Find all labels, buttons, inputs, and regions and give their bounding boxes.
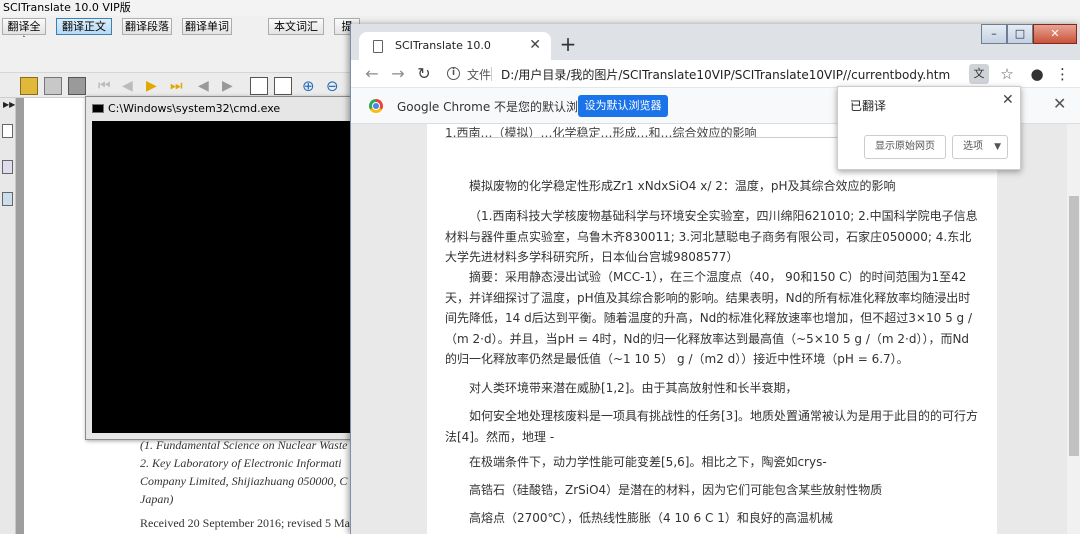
- body-paragraph: 在极端条件下，动力学性能可能变差[5,6]。相比之下，陶瓷如crys-: [469, 455, 827, 469]
- forward-icon[interactable]: ▶: [222, 77, 240, 95]
- fit-width-icon[interactable]: [274, 77, 292, 95]
- translate-full-button[interactable]: 翻译全文: [2, 18, 46, 48]
- new-tab-button[interactable]: +: [557, 34, 579, 56]
- info-icon[interactable]: i: [447, 67, 460, 80]
- translate-paragraph-button[interactable]: 翻译段落: [122, 18, 172, 35]
- app-title: SCITranslate 10.0 VIP版: [0, 0, 1080, 16]
- translate-icon[interactable]: 文: [969, 64, 989, 84]
- next-page-icon[interactable]: ▶: [146, 77, 164, 95]
- body-paragraph: 如何安全地处理核废料是一项具有挑战性的任务[3]。地质处置通常被认为是用于此目的…: [445, 409, 979, 444]
- pdf-line: Company Limited, Shijiazhuang 050000, C: [140, 474, 348, 488]
- maximize-button[interactable]: □: [1007, 24, 1033, 44]
- last-page-icon[interactable]: ⏭: [170, 77, 188, 95]
- cmd-console[interactable]: [92, 121, 359, 433]
- app-toolbar: 翻译全文 翻译正文 翻译段落 翻译单词 本文词汇 提取…: [0, 16, 360, 48]
- profile-icon[interactable]: ●: [1027, 64, 1047, 84]
- pdf-line: Received 20 September 2016; revised 5 Ma: [140, 516, 350, 530]
- infobar-close-icon[interactable]: ✕: [1053, 94, 1066, 113]
- options-label: 选项: [963, 141, 983, 152]
- document-icon: [373, 40, 383, 53]
- attachments-icon[interactable]: [2, 192, 13, 206]
- show-original-button[interactable]: 显示原始网页: [864, 135, 946, 159]
- infobar-text: Google Chrome 不是您的默认浏览器: [397, 100, 603, 114]
- bookmarks-icon[interactable]: [2, 160, 13, 174]
- document-title: 模拟废物的化学稳定性形成Zr1 xNdxSiO4 x/ 2：温度，pH及其综合效…: [469, 179, 896, 193]
- chrome-logo-icon: [369, 99, 383, 113]
- app-ribbon: [0, 37, 360, 72]
- address-separator: [491, 67, 492, 81]
- pdf-line: 2. Key Laboratory of Electronic Informat…: [140, 456, 342, 470]
- pdf-line: (1. Fundamental Science on Nuclear Waste: [140, 438, 348, 452]
- viewer-gutter: [16, 98, 24, 534]
- forward-arrow-icon[interactable]: →: [387, 63, 409, 85]
- chrome-window: SCITranslate 10.0 ✕ + – □ ✕ ← → ↻ i 文件 D…: [350, 24, 1080, 534]
- affiliations-paragraph: （1.西南科技大学核废物基础科学与环境安全实验室，四川绵阳621010; 2.中…: [445, 209, 978, 264]
- chevron-down-icon: ▼: [994, 142, 1001, 152]
- back-arrow-icon[interactable]: ←: [361, 63, 383, 85]
- bookmark-star-icon[interactable]: ☆: [997, 64, 1017, 84]
- translate-word-button[interactable]: 翻译单词: [182, 18, 232, 35]
- menu-icon[interactable]: ⋮: [1055, 64, 1070, 84]
- back-icon[interactable]: ◀: [198, 77, 216, 95]
- vertical-scrollbar[interactable]: [1067, 124, 1080, 534]
- translate-popup: 已翻译 ✕ 显示原始网页 选项 ▼: [837, 86, 1021, 170]
- body-paragraph: 高熔点（2700℃），低热线性膨胀（4 10 6 C 1）和良好的高温机械: [469, 511, 833, 525]
- translate-popup-title: 已翻译: [850, 99, 887, 113]
- expand-icon[interactable]: ▶▶: [3, 100, 15, 109]
- address-bar[interactable]: i 文件 D:/用户目录/我的图片/SCITranslate10VIP/SCIT…: [443, 62, 1003, 86]
- app-sidebar: ▶▶: [0, 98, 16, 534]
- pages-icon[interactable]: [2, 124, 13, 138]
- pdf-line: Japan): [140, 492, 174, 506]
- url-text[interactable]: D:/用户目录/我的图片/SCITranslate10VIP/SCITransl…: [501, 66, 950, 83]
- cmd-title: C:\Windows\system32\cmd.exe: [108, 102, 281, 115]
- terminal-icon: [92, 104, 104, 113]
- body-paragraph: 对人类环境带来潜在威胁[1,2]。由于其高放射性和长半衰期，: [469, 381, 798, 395]
- previous-page-icon[interactable]: ◀: [122, 77, 140, 95]
- cmd-titlebar[interactable]: C:\Windows\system32\cmd.exe: [86, 97, 359, 121]
- translate-body-button[interactable]: 翻译正文: [56, 18, 112, 35]
- tab-title: SCITranslate 10.0: [395, 39, 491, 52]
- zoom-in-icon[interactable]: ⊕: [302, 77, 320, 95]
- fit-page-icon[interactable]: [250, 77, 268, 95]
- translate-options-button[interactable]: 选项 ▼: [952, 135, 1008, 159]
- scheme-label: 文件: [467, 68, 492, 82]
- tab-close-icon[interactable]: ✕: [529, 37, 541, 53]
- minimize-button[interactable]: –: [981, 24, 1007, 44]
- zoom-out-icon[interactable]: ⊖: [326, 77, 344, 95]
- close-window-button[interactable]: ✕: [1033, 24, 1077, 44]
- vocabulary-button[interactable]: 本文词汇: [268, 18, 324, 35]
- scrollbar-thumb[interactable]: [1069, 196, 1079, 456]
- tab-strip: SCITranslate 10.0 ✕ + – □ ✕: [351, 24, 1080, 60]
- cmd-window[interactable]: C:\Windows\system32\cmd.exe: [85, 96, 360, 440]
- translate-popup-close-icon[interactable]: ✕: [1002, 92, 1014, 108]
- abstract-paragraph: 摘要：采用静态浸出试验（MCC-1），在三个温度点（40， 90和150 C）的…: [445, 270, 972, 366]
- print-icon[interactable]: [68, 77, 86, 95]
- open-folder-icon[interactable]: [20, 77, 38, 95]
- app-icon-toolbar: ⏮ ◀ ▶ ⏭ ◀ ▶ ⊕ ⊖: [0, 72, 360, 98]
- translated-document: 1.西南…（模拟）…化学稳定…形成…和…综合效应的影响 模拟废物的化学稳定性形成…: [427, 124, 997, 534]
- set-default-browser-button[interactable]: 设为默认浏览器: [578, 95, 668, 117]
- first-page-icon[interactable]: ⏮: [98, 77, 116, 95]
- reload-icon[interactable]: ↻: [413, 63, 435, 85]
- page-viewport[interactable]: 1.西南…（模拟）…化学稳定…形成…和…综合效应的影响 模拟废物的化学稳定性形成…: [351, 124, 1067, 534]
- save-icon[interactable]: [44, 77, 62, 95]
- tab-scitranslate[interactable]: SCITranslate 10.0 ✕: [359, 32, 551, 60]
- browser-toolbar: ← → ↻ i 文件 D:/用户目录/我的图片/SCITranslate10VI…: [351, 60, 1080, 88]
- body-paragraph: 高锆石（硅酸锆，ZrSiO4）是潜在的材料，因为它们可能包含某些放射性物质: [469, 483, 883, 497]
